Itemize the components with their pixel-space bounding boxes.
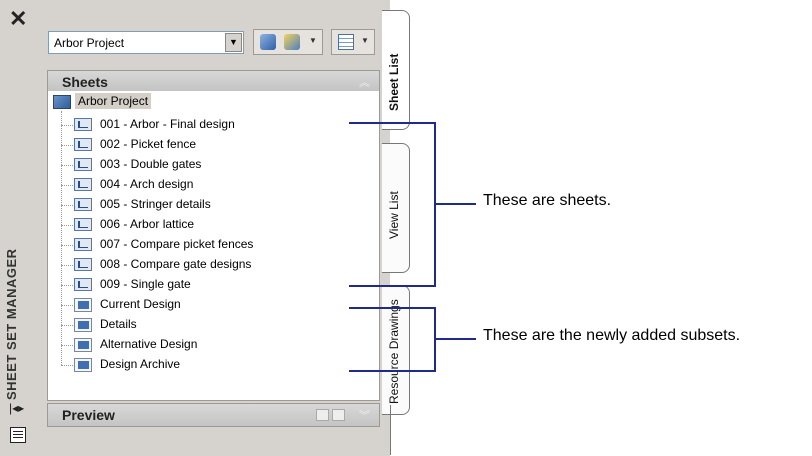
preview-panel-header[interactable]: Preview ︾ — [47, 403, 380, 427]
sheet-item[interactable]: 009 - Single gate — [48, 275, 379, 295]
subset-item[interactable]: Current Design — [48, 295, 379, 315]
sheet-label: 008 - Compare gate designs — [100, 257, 252, 271]
expand-icon[interactable]: ︾ — [359, 407, 370, 423]
sheet-item[interactable]: 004 - Arch design — [48, 175, 379, 195]
toolbar-group-options: ▼ — [331, 29, 375, 55]
sheet-item[interactable]: 006 - Arbor lattice — [48, 215, 379, 235]
tab-sheet-list[interactable]: Sheet List — [382, 10, 410, 130]
callout-line — [349, 307, 436, 309]
sheet-icon — [74, 138, 92, 151]
sheet-label: 009 - Single gate — [100, 277, 191, 291]
subset-icon — [74, 318, 92, 332]
subset-item[interactable]: Design Archive — [48, 355, 379, 375]
sheets-panel-title: Sheets — [62, 74, 108, 90]
sheet-label: 003 - Double gates — [100, 157, 202, 171]
palette-title: SHEET SET MANAGER — [4, 248, 19, 400]
callout-subsets: These are the newly added subsets. — [483, 327, 741, 344]
preview-panel-title: Preview — [62, 407, 115, 423]
publish-icon[interactable] — [284, 34, 300, 50]
sheet-label: 007 - Compare picket fences — [100, 237, 254, 251]
sheet-item[interactable]: 003 - Double gates — [48, 155, 379, 175]
callout-sheets: These are sheets. — [483, 192, 612, 209]
callout-line — [349, 122, 436, 124]
sheets-panel-header[interactable]: Sheets ︽ — [48, 71, 379, 91]
sheets-panel: Sheets ︽ Arbor Project 001 - Arbor - Fin… — [47, 70, 380, 401]
sheet-label: 004 - Arch design — [100, 177, 194, 191]
palette-edge — [390, 405, 411, 455]
collapse-icon[interactable]: ︽ — [359, 74, 370, 90]
subset-icon — [74, 298, 92, 312]
preview-mode-icon[interactable] — [316, 409, 329, 421]
sheet-item[interactable]: 007 - Compare picket fences — [48, 235, 379, 255]
sheet-label: 005 - Stringer details — [100, 197, 211, 211]
sheet-icon — [74, 178, 92, 191]
tab-view-list[interactable]: View List — [382, 143, 410, 273]
sheet-label: 001 - Arbor - Final design — [100, 117, 235, 131]
chevron-down-icon[interactable]: ▼ — [225, 33, 242, 52]
callout-line — [434, 203, 476, 205]
sheet-selections-icon[interactable] — [338, 34, 354, 50]
close-icon[interactable]: ✕ — [9, 8, 27, 30]
sheet-set-selector[interactable]: Arbor Project ▼ — [48, 31, 244, 54]
sheet-set-icon — [53, 95, 71, 109]
toolbar-group-publish: ▼ — [253, 29, 323, 55]
details-mode-icon[interactable] — [332, 409, 345, 421]
callout-line — [349, 370, 436, 372]
palette-title-bar: ✕ SHEET SET MANAGER |◂▸ — [0, 0, 36, 456]
sheet-item[interactable]: 005 - Stringer details — [48, 195, 379, 215]
subset-icon — [74, 338, 92, 352]
subset-item[interactable]: Alternative Design — [48, 335, 379, 355]
subset-item[interactable]: Details — [48, 315, 379, 335]
tab-sheet-list-label: Sheet List — [387, 53, 401, 111]
sheet-set-selector-value: Arbor Project — [54, 36, 125, 50]
sheet-icon — [74, 198, 92, 211]
sheet-label: 002 - Picket fence — [100, 137, 197, 151]
sheet-item[interactable]: 008 - Compare gate designs — [48, 255, 379, 275]
callout-line — [349, 285, 436, 287]
sheet-icon — [74, 218, 92, 231]
sheet-item[interactable]: 001 - Arbor - Final design — [48, 115, 379, 135]
sheet-icon — [74, 258, 92, 271]
properties-icon[interactable] — [10, 427, 26, 443]
publish-to-plotter-icon[interactable] — [260, 34, 276, 50]
auto-hide-icon[interactable]: |◂▸ — [9, 401, 24, 415]
sheet-item[interactable]: 002 - Picket fence — [48, 135, 379, 155]
sheet-set-root[interactable]: Arbor Project — [75, 93, 152, 109]
chevron-down-icon[interactable]: ▼ — [361, 36, 369, 45]
subset-label: Current Design — [100, 297, 181, 311]
tab-view-list-label: View List — [387, 191, 401, 239]
subset-label: Details — [100, 317, 137, 331]
sheet-icon — [74, 278, 92, 291]
sheet-icon — [74, 238, 92, 251]
subset-icon — [74, 358, 92, 372]
sheet-label: 006 - Arbor lattice — [100, 217, 195, 231]
callout-line — [434, 338, 476, 340]
tab-resource-drawings-label: Resource Drawings — [387, 299, 401, 404]
sheet-icon — [74, 158, 92, 171]
subset-label: Alternative Design — [100, 337, 198, 351]
tab-resource-drawings[interactable]: Resource Drawings — [382, 285, 410, 415]
subset-label: Design Archive — [100, 357, 181, 371]
sheet-icon — [74, 118, 92, 131]
chevron-down-icon[interactable]: ▼ — [309, 36, 317, 45]
